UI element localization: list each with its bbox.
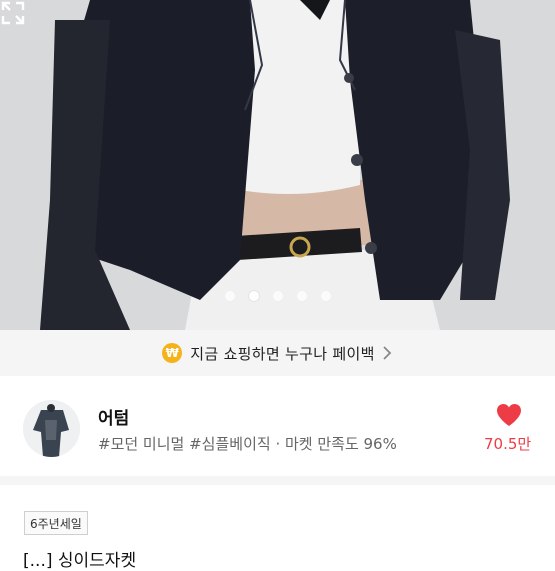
- heart-icon[interactable]: [496, 403, 522, 427]
- carousel-dot[interactable]: [224, 291, 235, 301]
- section-divider: [0, 476, 555, 485]
- product-title: [...] 싱이드자켓: [23, 551, 137, 571]
- payback-banner[interactable]: ₩ 지금 쇼핑하면 누구나 페이백: [0, 330, 555, 376]
- like-count: 70.5만: [484, 435, 532, 453]
- carousel-dot-active[interactable]: [248, 291, 259, 301]
- carousel-dot[interactable]: [320, 291, 331, 301]
- product-photo: [0, 0, 555, 330]
- won-coin-icon: ₩: [162, 343, 183, 363]
- product-image-carousel[interactable]: [0, 0, 555, 330]
- chevron-right-icon: [383, 346, 391, 360]
- banner-text: 지금 쇼핑하면 누구나 페이백: [190, 344, 375, 363]
- expand-icon[interactable]: [0, 0, 26, 26]
- carousel-indicator: [0, 291, 555, 303]
- carousel-dot[interactable]: [272, 291, 283, 301]
- shop-avatar[interactable]: [23, 400, 80, 457]
- sale-badge: 6주년세일: [24, 511, 88, 535]
- avatar-image: [23, 400, 80, 457]
- shop-info: [0, 376, 555, 476]
- shop-tags: #모던 미니멀 #심플베이직 · 마켓 만족도 96%: [98, 435, 397, 453]
- shop-name[interactable]: 어텀: [98, 404, 129, 429]
- carousel-dot[interactable]: [296, 291, 307, 301]
